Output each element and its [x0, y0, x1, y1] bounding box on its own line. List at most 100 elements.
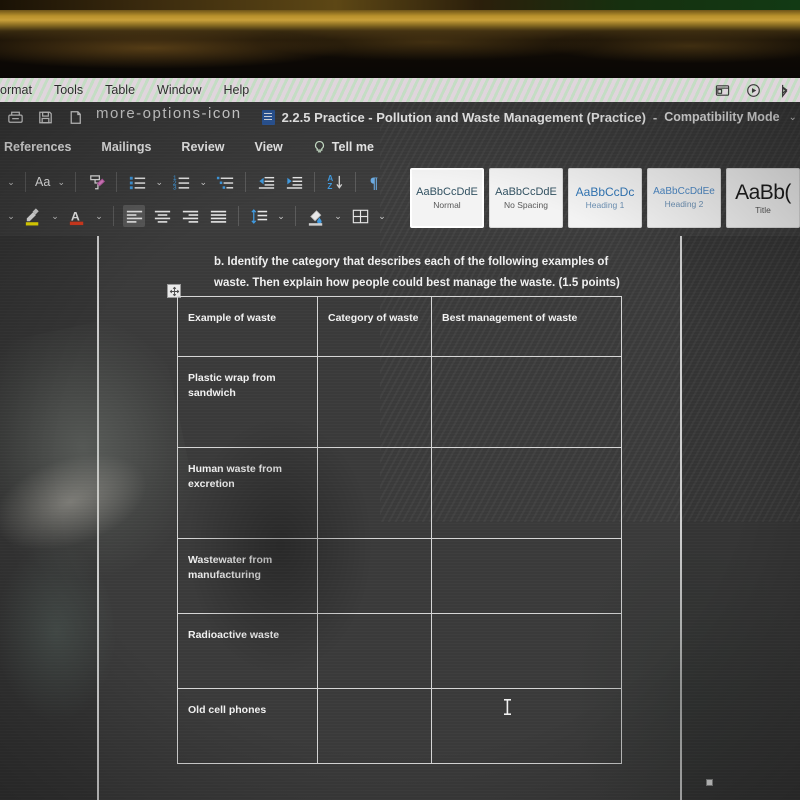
svg-text:¶: ¶ — [370, 175, 378, 192]
divider — [25, 172, 26, 192]
cell-management-4[interactable] — [431, 613, 622, 689]
shading-icon[interactable] — [305, 205, 327, 227]
document-canvas[interactable]: b. Identify the category that describes … — [0, 236, 800, 800]
font-effects-caret-icon[interactable]: ⌄ — [6, 211, 16, 222]
numbered-list-caret-icon[interactable]: ⌄ — [198, 177, 208, 188]
style-name: Heading 2 — [664, 199, 704, 210]
document-title: 2.2.5 Practice - Pollution and Waste Man… — [281, 109, 646, 125]
style-name: Heading 1 — [585, 200, 625, 211]
show-formatting-marks-icon[interactable]: ¶ — [365, 171, 387, 193]
table-row[interactable]: Old cell phones — [177, 688, 622, 764]
cell-example-2[interactable]: Human waste from excretion — [177, 447, 318, 539]
style-name: Normal — [433, 199, 461, 210]
highlight-caret-icon[interactable]: ⌄ — [50, 211, 60, 222]
cell-category-2[interactable] — [317, 447, 432, 539]
menu-item-help[interactable]: Help — [224, 83, 250, 97]
divider — [295, 206, 296, 226]
spacing-shading-group: ⌄ ⌄ ⌄ — [242, 205, 393, 227]
divider — [355, 172, 357, 192]
format-painter-icon[interactable] — [85, 171, 107, 193]
font-color-caret-icon[interactable]: ⌄ — [94, 211, 104, 222]
bullet-list-caret-icon[interactable]: ⌄ — [154, 177, 164, 188]
cell-category-3[interactable] — [317, 538, 432, 614]
style-title[interactable]: AaBb( Title — [726, 168, 800, 228]
cell-example-4[interactable]: Radioactive waste — [177, 613, 318, 689]
numbered-list-icon[interactable]: 1 2 3 — [170, 171, 192, 193]
tab-review[interactable]: Review — [181, 140, 224, 154]
save-icon[interactable] — [36, 108, 55, 127]
print-icon[interactable] — [6, 108, 25, 127]
menu-item-format[interactable]: ormat — [0, 83, 32, 97]
cell-category-4[interactable] — [317, 613, 432, 689]
style-no-spacing[interactable]: AaBbCcDdE No Spacing — [489, 168, 563, 228]
tell-me-label: Tell me — [331, 140, 374, 154]
shading-caret-icon[interactable]: ⌄ — [333, 211, 343, 222]
more-options-icon[interactable]: more-options-icon — [96, 106, 242, 125]
style-heading-2[interactable]: AaBbCcDdEe Heading 2 — [647, 168, 721, 228]
cell-management-2[interactable] — [431, 447, 622, 539]
tab-view[interactable]: View — [255, 140, 283, 154]
table-resize-handle[interactable] — [706, 779, 713, 786]
macos-menu-bar[interactable]: ormat Tools Table Window Help — [0, 78, 800, 102]
align-center-icon[interactable] — [151, 205, 173, 227]
divider — [245, 172, 247, 192]
menu-item-tools[interactable]: Tools — [54, 83, 83, 97]
divider — [75, 172, 77, 192]
cell-category-5[interactable] — [317, 688, 432, 764]
waste-table[interactable]: Example of waste Category of waste Best … — [177, 296, 622, 764]
cell-management-5[interactable] — [431, 688, 622, 764]
tab-mailings[interactable]: Mailings — [101, 140, 151, 154]
table-row[interactable]: Human waste from excretion — [177, 447, 622, 539]
media-play-icon[interactable] — [746, 83, 761, 98]
borders-caret-icon[interactable]: ⌄ — [377, 211, 387, 222]
bullet-list-icon[interactable] — [126, 171, 148, 193]
laptop-screen-photo: ormat Tools Table Window Help more-optio… — [0, 0, 800, 800]
align-right-icon[interactable] — [179, 205, 201, 227]
display-icon[interactable] — [715, 83, 730, 98]
change-case-caret-icon[interactable]: ⌄ — [56, 177, 66, 188]
new-document-icon[interactable] — [66, 108, 85, 127]
line-spacing-caret-icon[interactable]: ⌄ — [276, 211, 286, 222]
ribbon-body: ⌄ Aa ⌄ ⌄ 1 2 3 ⌄ A Z ¶ ⌄ ⌄ A ⌄ ⌄ ⌄ ⌄ AaB… — [0, 162, 800, 236]
borders-icon[interactable] — [349, 205, 371, 227]
cell-example-5[interactable]: Old cell phones — [177, 688, 318, 764]
font-size-caret-icon[interactable]: ⌄ — [6, 177, 16, 188]
menu-item-window[interactable]: Window — [157, 83, 201, 97]
table-row[interactable]: Wastewater from manufacturing — [177, 538, 622, 614]
line-spacing-icon[interactable] — [248, 205, 270, 227]
cell-category-1[interactable] — [317, 356, 432, 448]
style-sample: AaBbCcDdE — [416, 185, 478, 198]
chevron-down-icon[interactable]: ⌄ — [789, 112, 797, 123]
multilevel-list-icon[interactable] — [214, 171, 236, 193]
tab-references[interactable]: References — [4, 140, 71, 154]
word-document-icon — [261, 109, 275, 125]
align-left-icon[interactable] — [123, 205, 145, 227]
cell-example-1[interactable]: Plastic wrap from sandwich — [177, 356, 318, 448]
tell-me-box[interactable]: Tell me — [313, 140, 374, 155]
sort-az-icon[interactable]: A Z — [324, 171, 346, 193]
font-group-row2: ⌄ ⌄ A ⌄ — [0, 205, 110, 227]
paragraph-list-group: ⌄ 1 2 3 ⌄ — [120, 171, 242, 193]
bluetooth-icon[interactable] — [777, 83, 792, 98]
style-normal[interactable]: AaBbCcDdE Normal — [410, 168, 484, 228]
divider — [314, 172, 316, 192]
document-page[interactable]: b. Identify the category that describes … — [97, 236, 713, 800]
font-color-icon[interactable]: A — [66, 205, 88, 227]
svg-text:Z: Z — [327, 182, 332, 191]
indent-group: A Z ¶ — [249, 171, 393, 193]
svg-text:3: 3 — [173, 184, 177, 191]
decrease-indent-icon[interactable] — [255, 171, 277, 193]
style-sample: AaBb( — [735, 180, 791, 204]
text-highlight-icon[interactable] — [22, 205, 44, 227]
cell-example-3[interactable]: Wastewater from manufacturing — [177, 538, 318, 614]
increase-indent-icon[interactable] — [283, 171, 305, 193]
svg-text:A: A — [70, 209, 79, 223]
menu-item-table[interactable]: Table — [105, 83, 135, 97]
cell-management-1[interactable] — [431, 356, 622, 448]
justify-icon[interactable] — [207, 205, 229, 227]
table-row[interactable]: Plastic wrap from sandwich — [177, 356, 622, 448]
change-case-label[interactable]: Aa — [35, 175, 50, 189]
table-row[interactable]: Radioactive waste — [177, 613, 622, 689]
style-heading-1[interactable]: AaBbCcDc Heading 1 — [568, 168, 642, 228]
cell-management-3[interactable] — [431, 538, 622, 614]
